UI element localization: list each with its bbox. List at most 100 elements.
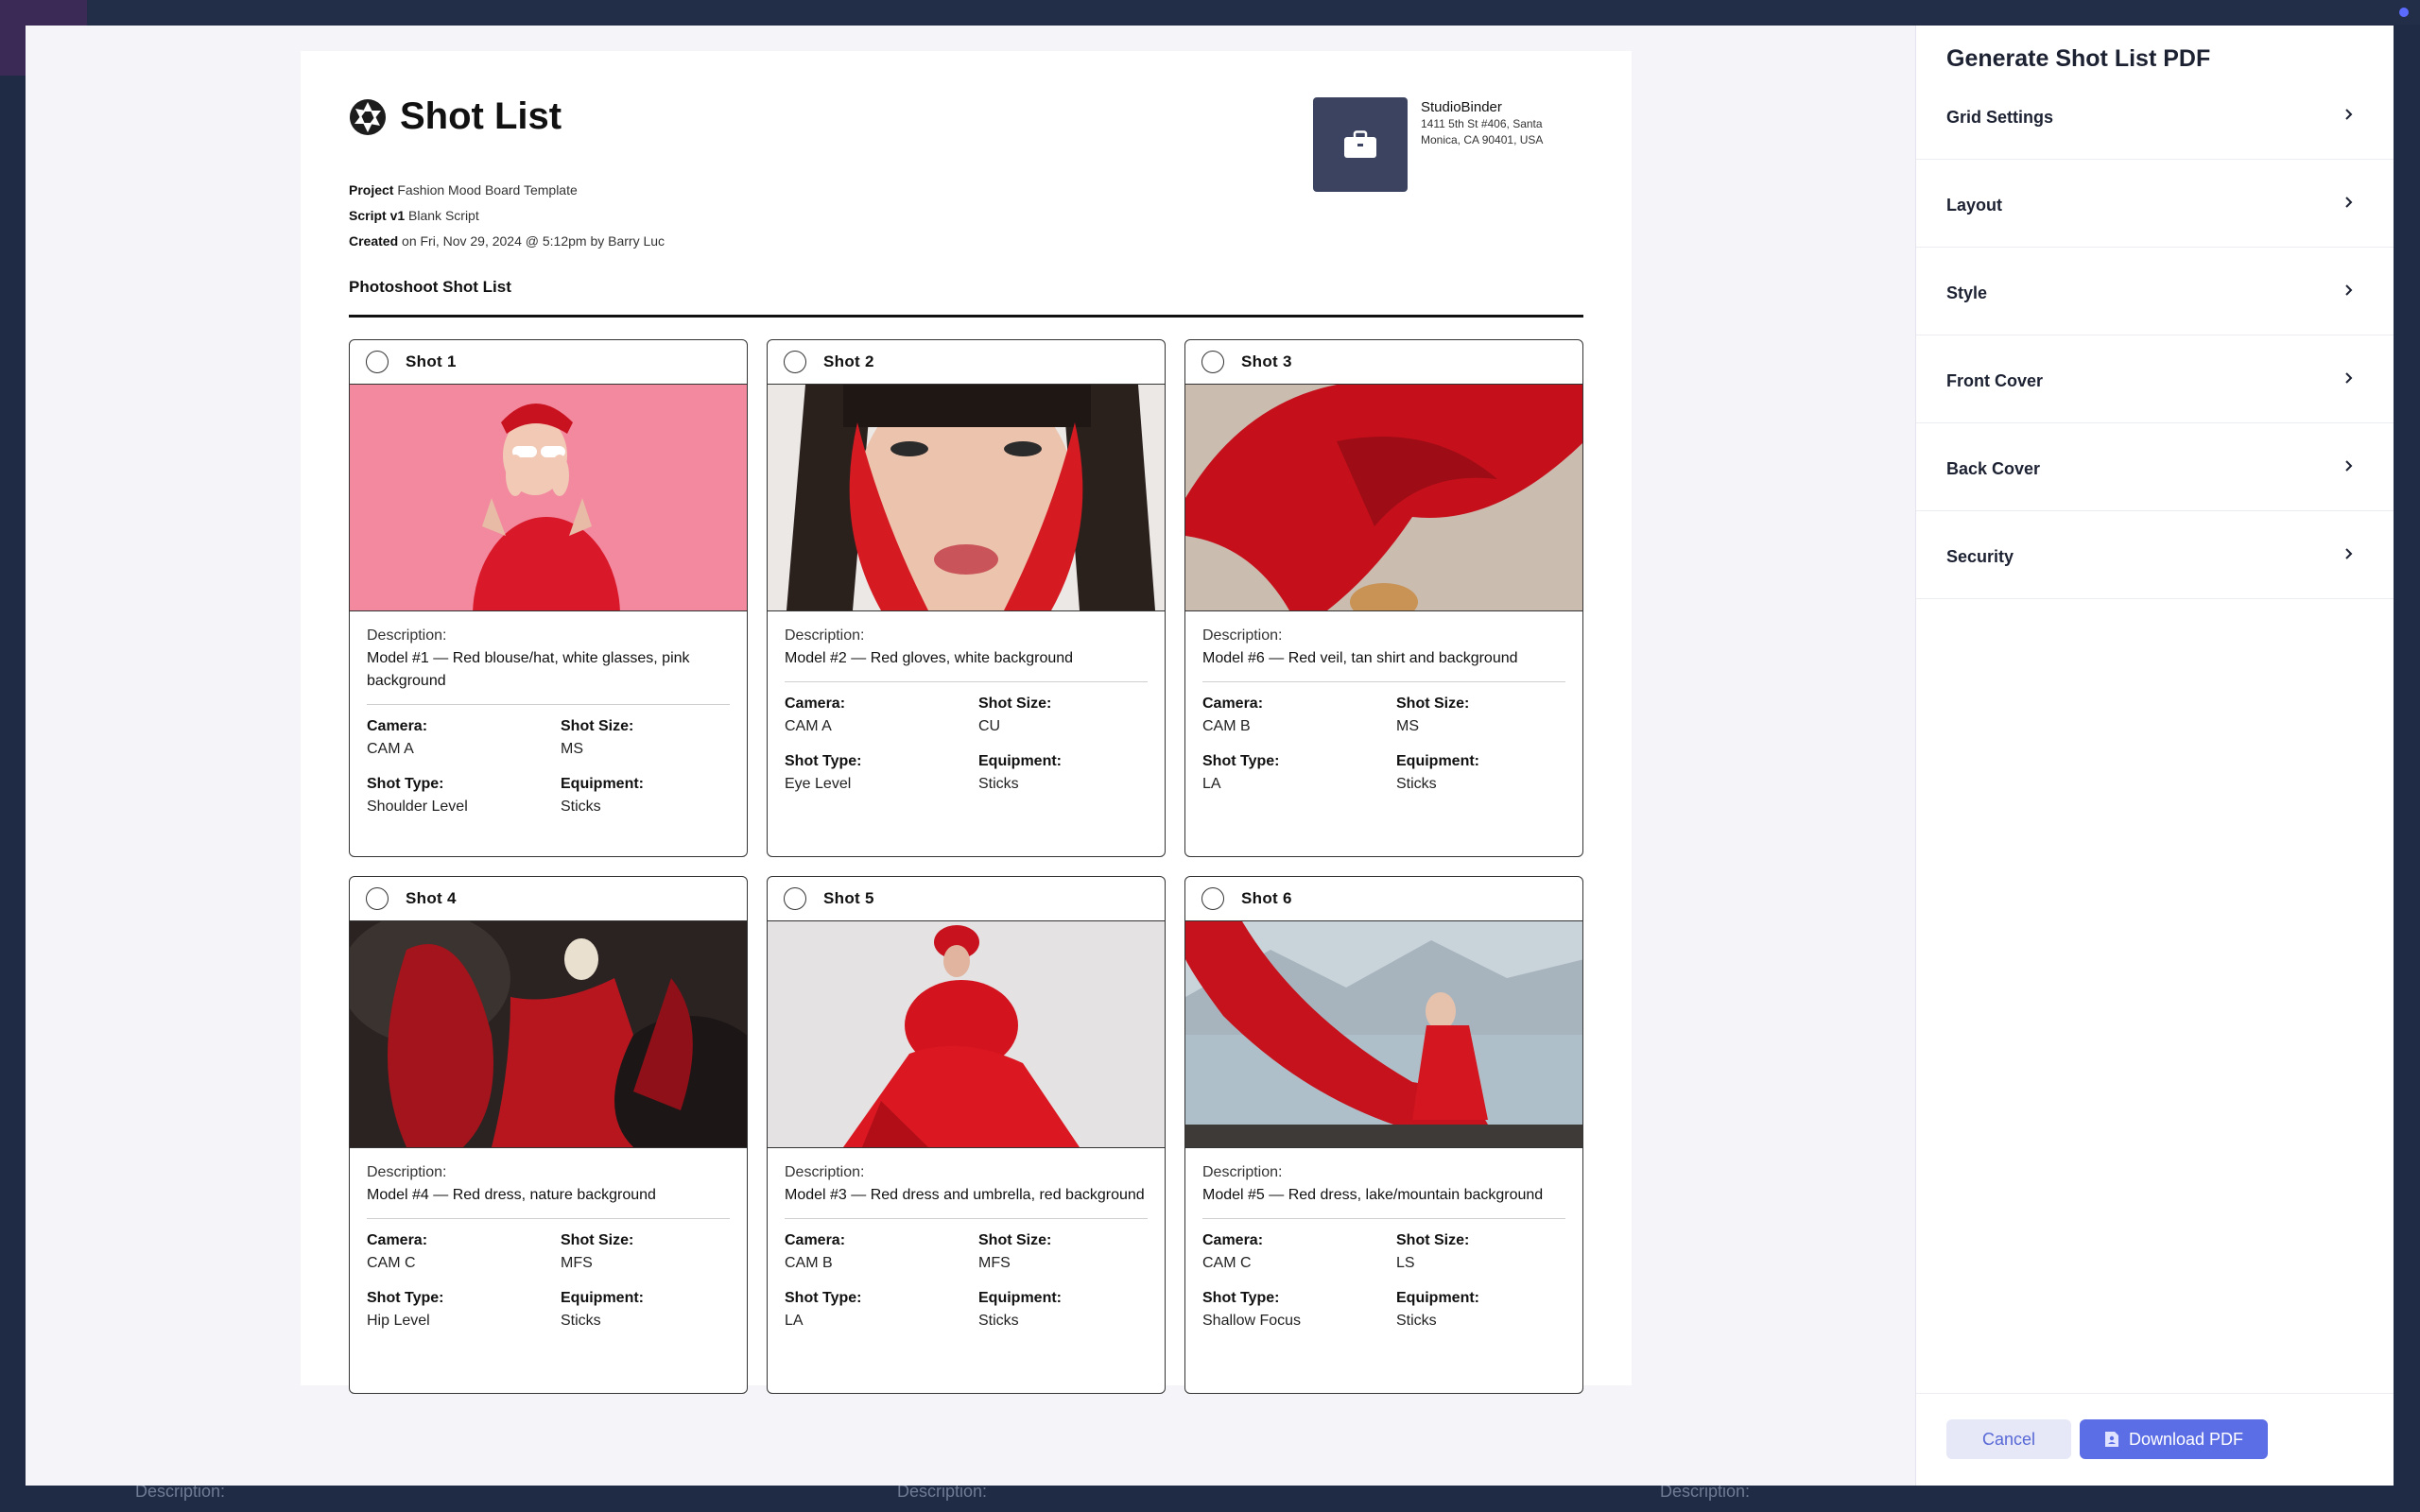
chevron-right-icon xyxy=(2345,197,2353,208)
briefcase-icon xyxy=(1344,130,1376,158)
shot-checkbox[interactable] xyxy=(784,351,806,373)
shot-size-value: MS xyxy=(1396,718,1419,734)
download-pdf-button[interactable]: Download PDF xyxy=(2080,1419,2268,1459)
shot-type-label: Shot Type: xyxy=(367,1290,444,1306)
accordion-label: Front Cover xyxy=(1946,371,2044,390)
chevron-right-icon xyxy=(2345,109,2353,120)
shot-type-value: LA xyxy=(785,1313,804,1329)
shot-type-value: Shoulder Level xyxy=(367,799,468,815)
chevron-right-icon xyxy=(2345,284,2353,296)
equipment-label: Equipment: xyxy=(1396,753,1479,769)
camera-value: CAM C xyxy=(367,1255,416,1271)
shot-size-value: MFS xyxy=(561,1255,593,1271)
shot-image xyxy=(768,921,1165,1148)
document-header: Shot List Project Fashion Mood Board Tem… xyxy=(349,51,1583,296)
description-text: Model #3 — Red dress and umbrella, red b… xyxy=(785,1187,1145,1203)
shot-checkbox[interactable] xyxy=(366,351,389,373)
panel-title: Generate Shot List PDF xyxy=(1946,45,2211,72)
created-line: Created on Fri, Nov 29, 2024 @ 5:12pm by… xyxy=(349,233,666,249)
shot-type-value: Eye Level xyxy=(785,776,852,792)
shot-label: Shot 5 xyxy=(823,889,874,907)
equipment-label: Equipment: xyxy=(561,1290,644,1306)
pdf-settings-panel: Generate Shot List PDF Grid Settings Lay… xyxy=(1915,26,2394,1486)
company-logo xyxy=(1313,97,1408,192)
shot-size-value: CU xyxy=(978,718,1001,734)
section-divider xyxy=(349,315,1583,318)
background-app-bar xyxy=(0,0,2420,25)
shot-type-value: Shallow Focus xyxy=(1202,1313,1302,1329)
accordion-label: Grid Settings xyxy=(1946,108,2054,127)
company-info: StudioBinder 1411 5th St #406, Santa Mon… xyxy=(1421,99,1572,148)
shot-card: Shot 6 Description: Model #5 — Red dress… xyxy=(1184,876,1583,1394)
shot-type-label: Shot Type: xyxy=(1202,753,1280,769)
company-name: StudioBinder xyxy=(1421,99,1502,115)
document-title: Shot List xyxy=(400,95,562,137)
camera-label: Camera: xyxy=(785,1232,846,1248)
company-address-line: Monica, CA 90401, USA xyxy=(1421,133,1544,146)
accordion-security[interactable]: Security xyxy=(1916,512,2394,599)
equipment-label: Equipment: xyxy=(561,776,644,792)
equipment-label: Equipment: xyxy=(1396,1290,1479,1306)
shot-label: Shot 4 xyxy=(406,889,457,907)
camera-label: Camera: xyxy=(367,718,428,734)
script-line: Script v1 Blank Script xyxy=(349,208,479,223)
shot-size-label: Shot Size: xyxy=(1396,1232,1470,1248)
shot-image xyxy=(1185,921,1582,1148)
camera-label: Camera: xyxy=(785,696,846,712)
equipment-value: Sticks xyxy=(561,799,601,815)
accordion-style[interactable]: Style xyxy=(1916,249,2394,335)
description-label: Description: xyxy=(785,1164,865,1180)
equipment-label: Equipment: xyxy=(978,1290,1062,1306)
shot-card: Shot 2 Description: Model #2 — Red glove… xyxy=(767,339,1166,857)
shot-type-value: Hip Level xyxy=(367,1313,430,1329)
pdf-export-modal: Shot List Project Fashion Mood Board Tem… xyxy=(26,26,2394,1486)
shot-checkbox[interactable] xyxy=(784,887,806,910)
pdf-preview-page: Shot List Project Fashion Mood Board Tem… xyxy=(301,51,1632,1394)
chevron-right-icon xyxy=(2345,372,2353,384)
download-pdf-label: Download PDF xyxy=(2128,1429,2244,1449)
shot-card: Shot 4 Description: Model #4 — Red dress… xyxy=(349,876,748,1394)
shot-card: Shot 1 Description: Model #1 — Red blous… xyxy=(349,339,748,857)
shot-size-value: MFS xyxy=(978,1255,1011,1271)
equipment-value: Sticks xyxy=(1396,776,1437,792)
description-label: Description: xyxy=(1202,627,1283,644)
shot-size-value: LS xyxy=(1396,1255,1415,1271)
shot-checkbox[interactable] xyxy=(1201,351,1224,373)
shot-checkbox[interactable] xyxy=(1201,887,1224,910)
shot-type-label: Shot Type: xyxy=(785,1290,862,1306)
shot-label: Shot 3 xyxy=(1241,352,1292,370)
description-text: Model #1 — Red blouse/hat, white glasses… xyxy=(367,650,690,689)
camera-value: CAM C xyxy=(1202,1255,1252,1271)
description-text: Model #5 — Red dress, lake/mountain back… xyxy=(1202,1187,1544,1203)
shot-label: Shot 1 xyxy=(406,352,457,370)
accordion-back-cover[interactable]: Back Cover xyxy=(1916,424,2394,511)
accordion-grid-settings[interactable]: Grid Settings xyxy=(1916,73,2394,160)
shot-size-label: Shot Size: xyxy=(978,1232,1052,1248)
aperture-logo-icon xyxy=(350,98,386,135)
equipment-label: Equipment: xyxy=(978,753,1062,769)
accordion-front-cover[interactable]: Front Cover xyxy=(1916,336,2394,423)
equipment-value: Sticks xyxy=(978,776,1019,792)
accordion-layout[interactable]: Layout xyxy=(1916,161,2394,248)
accordion-label: Back Cover xyxy=(1946,459,2041,478)
chevron-right-icon xyxy=(2345,460,2353,472)
camera-value: CAM B xyxy=(1202,718,1251,734)
equipment-value: Sticks xyxy=(978,1313,1019,1329)
shot-label: Shot 2 xyxy=(823,352,874,370)
shot-type-label: Shot Type: xyxy=(785,753,862,769)
company-address-line: 1411 5th St #406, Santa xyxy=(1421,117,1543,130)
shot-checkbox[interactable] xyxy=(366,887,389,910)
description-text: Model #2 — Red gloves, white background xyxy=(785,650,1074,666)
shot-grid: Shot 1 Description: Model #1 — Red blous… xyxy=(349,339,1584,1394)
shot-image xyxy=(1185,385,1582,611)
panel-footer: Cancel Download PDF xyxy=(1916,1393,2394,1486)
shot-label: Shot 6 xyxy=(1241,889,1292,907)
camera-label: Camera: xyxy=(1202,696,1264,712)
description-label: Description: xyxy=(367,1164,447,1180)
equipment-value: Sticks xyxy=(561,1313,601,1329)
camera-value: CAM A xyxy=(367,741,414,757)
camera-value: CAM A xyxy=(785,718,832,734)
camera-label: Camera: xyxy=(1202,1232,1264,1248)
cancel-button[interactable]: Cancel xyxy=(1946,1419,2071,1459)
shot-card: Shot 5 Description: Model #3 — Red dress… xyxy=(767,876,1166,1394)
